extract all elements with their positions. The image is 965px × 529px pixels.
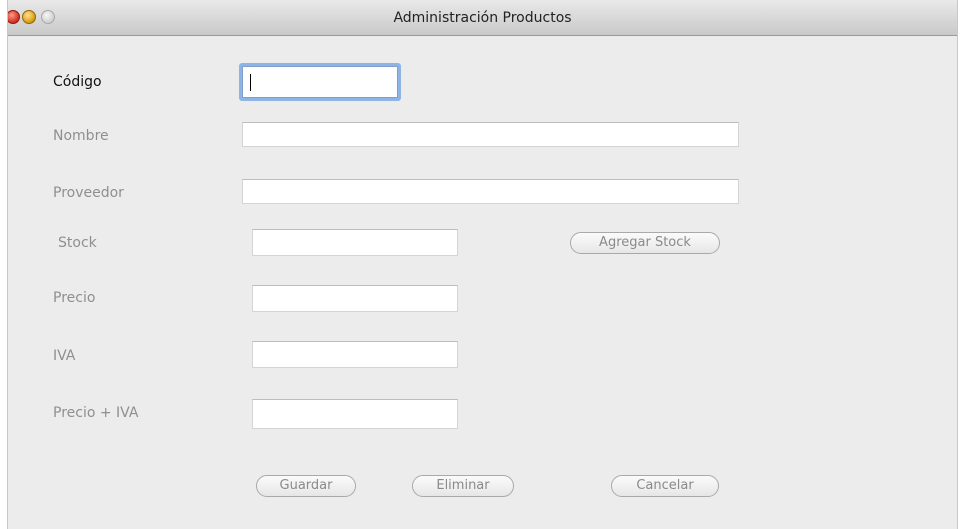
precio-iva-label: Precio + IVA (53, 405, 139, 421)
text-caret (250, 74, 251, 91)
guardar-button[interactable]: Guardar (256, 475, 356, 497)
precio-label: Precio (53, 290, 96, 306)
stock-label: Stock (58, 235, 97, 251)
precio-field[interactable] (252, 285, 458, 312)
eliminar-button[interactable]: Eliminar (412, 475, 514, 497)
nombre-field[interactable] (242, 122, 739, 147)
agregar-stock-button[interactable]: Agregar Stock (570, 232, 720, 254)
cancelar-button[interactable]: Cancelar (611, 475, 719, 497)
title-bar[interactable]: Administración Productos (8, 0, 957, 36)
iva-label: IVA (53, 348, 76, 364)
app-window: Administración Productos Código Nombre P… (7, 0, 958, 529)
window-title: Administración Productos (393, 10, 572, 26)
nombre-label: Nombre (53, 128, 109, 144)
codigo-label: Código (53, 74, 102, 90)
proveedor-label: Proveedor (53, 185, 124, 201)
precio-iva-field[interactable] (252, 399, 458, 429)
iva-field[interactable] (252, 341, 458, 368)
proveedor-field[interactable] (242, 179, 739, 204)
codigo-field[interactable] (242, 66, 398, 98)
stock-field[interactable] (252, 229, 458, 256)
